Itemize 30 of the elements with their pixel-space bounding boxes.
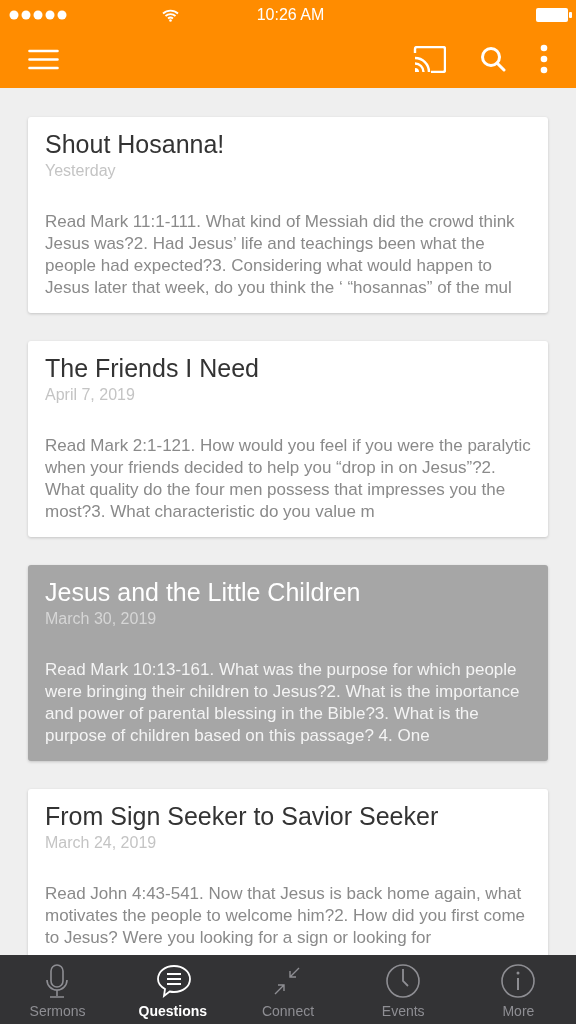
wifi-icon [162,8,179,22]
question-card[interactable] [28,789,548,955]
card-title: From Sign Seeker to Savior Seeker [45,801,440,832]
info-icon [500,963,537,999]
card-excerpt: Read Mark 10:13-161. What was the purpose for which people were bringing their children to Jesus?2. What is the importance and power of parental blessing in the Bible?3. What is the purpose of children based on this passage? 4. One [45,659,521,747]
card-excerpt: Read Mark 11:1-111. What kind of Messiah did the crowd think Jesus was?2. Had Jesus’ life and teachings been what the people had expected?3. Considering what would happen to Jesus later that week, do you think the ‘ “hosannas” of the mul [45,211,516,299]
card-excerpt: Read John 4:43-541. Now that Jesus is back home again, what motivates the people to welcome him?2. How did you first come to Jesus? Were you looking for a sign or looking for [45,883,526,949]
tab[interactable]: Connect [230,955,346,1024]
search-icon[interactable] [480,46,506,72]
card-title: Jesus and the Little Children [45,577,362,608]
cast-icon[interactable] [413,45,446,73]
status-time: 10:26 AM [256,6,325,24]
tab[interactable]: More [460,955,576,1024]
card-date: March 24, 2019 [45,833,158,853]
question-card[interactable] [28,117,548,313]
chat-bubble-icon [154,963,191,999]
card-excerpt: Read Mark 2:1-121. How would you feel if you were the paralytic when your friends decided to help you “drop in on Jesus”?2. What quality do the four men possess that impresses you the most?3. What characteristic do you value m [45,435,531,523]
more-options-icon[interactable] [540,44,548,74]
battery-icon [536,8,572,22]
card-date: Yesterday [45,161,117,181]
card-date: April 7, 2019 [45,385,136,405]
card-title: Shout Hosanna! [45,129,226,160]
card-title: The Friends I Need [45,353,260,384]
menu-icon[interactable] [28,48,59,70]
tab[interactable]: Events [345,955,461,1024]
tab[interactable]: Sermons [0,955,116,1024]
clock-icon [385,963,422,999]
question-card[interactable] [28,341,548,537]
tab[interactable]: Questions [115,955,231,1024]
question-card[interactable] [28,565,548,761]
